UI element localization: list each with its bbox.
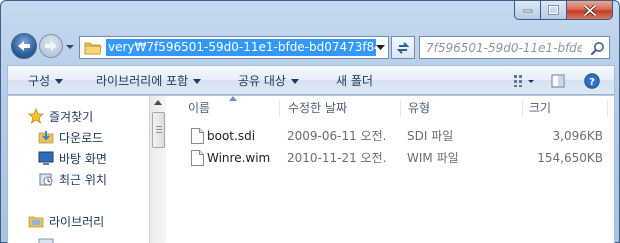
column-header-size[interactable]: 크기 [529, 100, 551, 116]
nav-recent[interactable]: 최근 위치 [38, 169, 107, 189]
scrollbar-thumb[interactable] [152, 112, 165, 148]
preview-pane-button[interactable] [546, 70, 570, 92]
nav-favorites[interactable]: 즐겨찾기 [28, 106, 93, 126]
nav-downloads-label: 다운로드 [59, 130, 104, 145]
maximize-icon [548, 5, 559, 15]
refresh-button[interactable] [391, 36, 415, 59]
address-dropdown-icon[interactable] [376, 44, 385, 51]
chevron-down-icon [55, 78, 64, 84]
back-button[interactable] [11, 33, 37, 59]
organize-menu[interactable]: 구성 [28, 72, 64, 90]
close-icon [583, 4, 596, 16]
downloads-folder-icon [38, 131, 54, 144]
refresh-icon [396, 41, 410, 54]
share-with-menu[interactable]: 공유 대상 [238, 72, 299, 90]
column-separator[interactable] [279, 100, 280, 117]
grip-icon [156, 126, 162, 134]
arrow-left-icon [18, 41, 30, 51]
file-name: Winre.wim [207, 151, 271, 165]
help-icon: ? [584, 73, 600, 89]
file-type: WIM 파일 [407, 151, 459, 165]
column-separator[interactable] [400, 100, 401, 117]
minimize-icon [522, 9, 532, 13]
column-separator[interactable] [607, 100, 608, 117]
search-icon[interactable] [591, 41, 605, 55]
table-row[interactable]: Winre.wim 2010-11-21 오전... WIM 파일 154,65… [167, 148, 616, 168]
nav-downloads[interactable]: 다운로드 [38, 127, 103, 147]
include-in-library-menu[interactable]: 라이브러리에 포함 [96, 72, 202, 90]
libraries-icon [28, 216, 44, 228]
caption-buttons [514, 1, 613, 20]
explorer-window: very₩7f596501-59d0-11e1-bfde-bd07473f842… [0, 0, 620, 243]
column-separator[interactable] [522, 100, 523, 117]
star-icon [28, 108, 44, 124]
chevron-down-icon [290, 78, 299, 84]
column-header-type[interactable]: 유형 [408, 100, 430, 116]
nav-libraries-label: 라이브러리 [49, 214, 105, 229]
sort-ascending-icon [229, 96, 237, 101]
nav-library-child[interactable] [38, 234, 59, 243]
nav-favorites-label: 즐겨찾기 [49, 109, 94, 124]
nav-libraries[interactable]: 라이브러리 [28, 211, 104, 231]
file-size: 3,096KB [552, 129, 603, 143]
view-options-icon [514, 75, 534, 87]
chevron-down-icon [193, 78, 202, 84]
new-folder-label: 새 폴더 [336, 74, 373, 88]
share-with-label: 공유 대상 [238, 74, 286, 88]
table-row[interactable]: boot.sdi 2009-06-11 오전... SDI 파일 3,096KB [167, 126, 616, 146]
nav-desktop-label: 바탕 화면 [59, 151, 107, 166]
search-box[interactable]: 7f596501-59d0-11e1-bfde... [419, 36, 610, 59]
address-bar[interactable]: very₩7f596501-59d0-11e1-bfde-bd07473f842… [79, 36, 389, 59]
file-date: 2010-11-21 오전... [287, 151, 387, 165]
file-icon [191, 128, 204, 144]
change-view-button[interactable] [510, 70, 540, 92]
file-name: boot.sdi [207, 129, 256, 143]
recent-places-icon [39, 173, 53, 186]
navigation-pane: 즐겨찾기 다운로드 바탕 화면 최근 위치 라이브러리 [8, 96, 148, 243]
forward-button[interactable] [39, 34, 63, 58]
search-input[interactable]: 7f596501-59d0-11e1-bfde... [420, 41, 582, 55]
command-bar: 구성 라이브러리에 포함 공유 대상 새 폴더 ? [7, 65, 615, 95]
nav-pane-scrollbar[interactable] [149, 96, 166, 243]
maximize-button[interactable] [541, 1, 567, 20]
file-type: SDI 파일 [407, 129, 454, 143]
arrow-right-icon [45, 41, 57, 51]
include-in-library-label: 라이브러리에 포함 [96, 74, 189, 88]
close-button[interactable] [567, 1, 613, 20]
desktop-icon [38, 151, 54, 165]
file-size: 154,650KB [537, 151, 603, 165]
recent-pages-dropdown[interactable] [65, 43, 75, 51]
scroll-up-icon[interactable] [154, 100, 162, 105]
content-area: 즐겨찾기 다운로드 바탕 화면 최근 위치 라이브러리 이름 수정한 날짜 유형… [7, 96, 615, 243]
address-path[interactable]: very₩7f596501-59d0-11e1-bfde-bd07473f842… [106, 39, 376, 56]
file-date: 2009-06-11 오전... [287, 129, 387, 143]
help-button[interactable]: ? [580, 70, 604, 92]
column-header-date[interactable]: 수정한 날짜 [288, 100, 347, 116]
folder-icon [84, 42, 102, 54]
preview-pane-icon [551, 74, 565, 88]
nav-desktop[interactable]: 바탕 화면 [38, 148, 107, 168]
library-folder-icon [38, 238, 54, 243]
minimize-button[interactable] [514, 1, 541, 20]
column-header-name[interactable]: 이름 [188, 100, 210, 116]
nav-recent-label: 최근 위치 [59, 172, 107, 187]
organize-label: 구성 [28, 74, 51, 88]
svg-text:?: ? [589, 77, 595, 88]
new-folder-button[interactable]: 새 폴더 [336, 72, 373, 90]
file-icon [191, 150, 204, 166]
file-list: 이름 수정한 날짜 유형 크기 boot.sdi 2009-06-11 오전..… [167, 96, 616, 243]
